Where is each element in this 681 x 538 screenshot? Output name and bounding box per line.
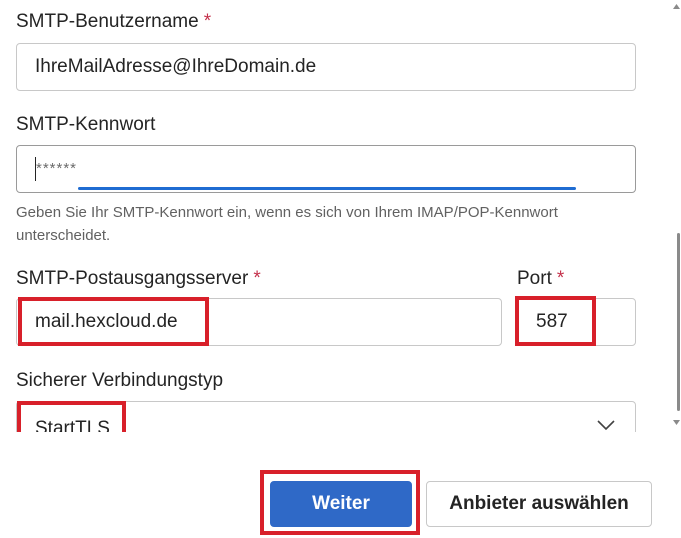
connection-type-label-text: Sicherer Verbindungstyp: [16, 370, 224, 391]
port-label: Port *: [517, 268, 564, 290]
smtp-username-label: SMTP-Benutzername *: [16, 11, 211, 33]
connection-type-label: Sicherer Verbindungstyp: [16, 370, 223, 392]
smtp-settings-form: SMTP-Benutzername * IhreMailAdresse@IhreD…: [0, 0, 665, 432]
smtp-password-label: SMTP-Kennwort: [16, 114, 155, 136]
required-mark: *: [203, 11, 212, 32]
port-value: 587: [536, 311, 568, 332]
smtp-username-value: IhreMailAdresse@IhreDomain.de: [35, 56, 317, 77]
scroll-down-arrow-icon[interactable]: [673, 420, 680, 425]
chevron-down-icon: [597, 420, 615, 431]
choose-provider-button[interactable]: Anbieter auswählen: [426, 481, 652, 527]
smtp-server-input[interactable]: mail.hexcloud.de: [16, 298, 502, 346]
scroll-thumb[interactable]: [677, 233, 680, 411]
smtp-server-label-text: SMTP-Postausgangsserver: [16, 268, 249, 289]
smtp-password-hint: Geben Sie Ihr SMTP-Kennwort ein, wenn es…: [16, 204, 558, 244]
smtp-password-input[interactable]: [16, 145, 636, 193]
connection-type-value: StartTLS: [35, 418, 110, 432]
smtp-server-label: SMTP-Postausgangsserver *: [16, 268, 261, 290]
port-input[interactable]: 587: [517, 298, 636, 346]
next-button[interactable]: Weiter: [270, 481, 412, 527]
connection-type-select[interactable]: StartTLS: [16, 401, 636, 432]
scroll-up-arrow-icon[interactable]: [673, 4, 680, 9]
port-label-text: Port: [517, 268, 552, 289]
smtp-password-label-text: SMTP-Kennwort: [16, 114, 156, 135]
smtp-server-value: mail.hexcloud.de: [35, 311, 178, 332]
focus-underline: [78, 187, 576, 190]
smtp-password-value: ******: [36, 160, 78, 177]
smtp-username-label-text: SMTP-Benutzername: [16, 11, 199, 32]
scrollbar[interactable]: [669, 0, 681, 432]
smtp-username-input[interactable]: IhreMailAdresse@IhreDomain.de: [16, 43, 636, 91]
required-mark: *: [556, 268, 565, 289]
required-mark: *: [253, 268, 261, 289]
